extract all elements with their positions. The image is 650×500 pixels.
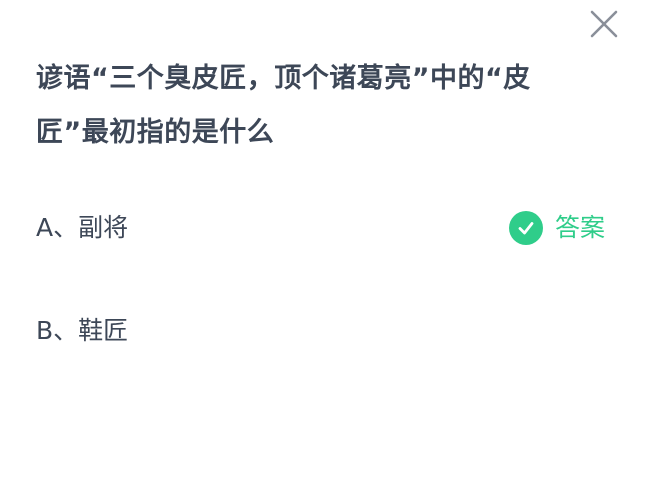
option-a[interactable]: A、副将 答案 bbox=[36, 203, 636, 253]
option-b[interactable]: B、鞋匠 bbox=[36, 306, 636, 356]
answer-label: 答案 bbox=[555, 213, 606, 242]
option-a-label: A、副将 bbox=[36, 213, 129, 242]
close-icon bbox=[590, 10, 618, 38]
answer-badge: 答案 bbox=[509, 209, 605, 247]
option-b-label: B、鞋匠 bbox=[36, 316, 129, 345]
close-button[interactable] bbox=[586, 6, 622, 42]
check-circle-icon bbox=[509, 211, 543, 245]
question-text: 谚语“三个臭皮匠，顶个诸葛亮”中的“皮匠”最初指的是什么 bbox=[36, 63, 531, 148]
